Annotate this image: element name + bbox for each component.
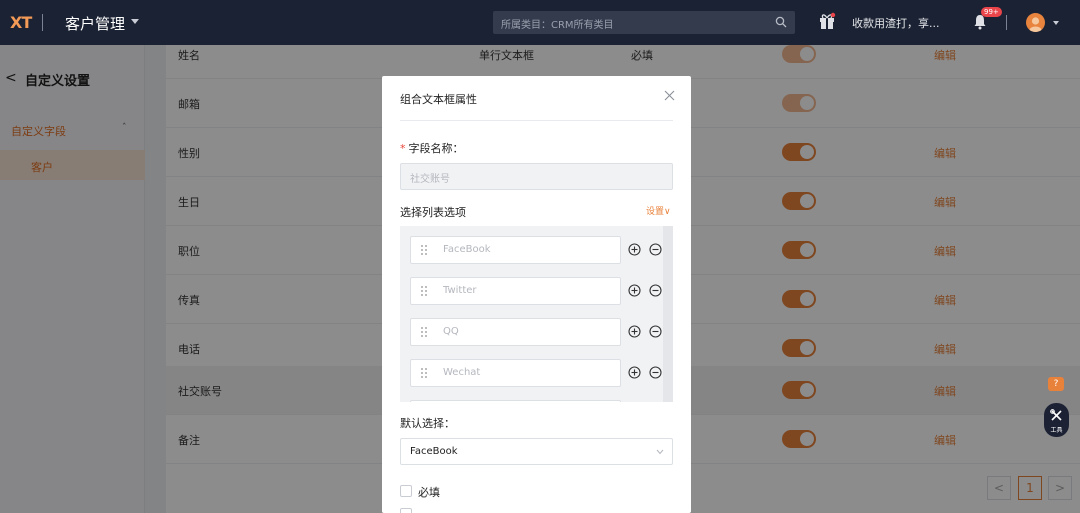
combo-textbox-properties-modal: 组合文本框属性 * 字段名称： 社交账号 选择列表选项 设置∨ FaceBook … — [382, 76, 691, 513]
tools-button[interactable]: 工具 — [1044, 403, 1069, 437]
notification-badge: 99+ — [981, 7, 1002, 17]
divider — [1006, 15, 1007, 30]
option-text: FaceBook — [443, 244, 491, 255]
option-text: QQ — [443, 326, 459, 337]
remove-circle-icon[interactable] — [649, 366, 662, 379]
drag-handle-icon[interactable] — [420, 244, 428, 256]
tools-icon — [1050, 409, 1062, 421]
drag-handle-icon[interactable] — [420, 326, 428, 338]
option-input[interactable]: Twitter — [410, 277, 621, 305]
add-circle-icon[interactable] — [628, 325, 641, 338]
add-circle-icon[interactable] — [628, 366, 641, 379]
option-text: Twitter — [443, 285, 477, 296]
remove-circle-icon[interactable] — [649, 325, 662, 338]
add-circle-icon[interactable] — [628, 243, 641, 256]
option-input[interactable]: Wechat — [410, 359, 621, 387]
remove-circle-icon[interactable] — [649, 243, 662, 256]
promo-notice[interactable]: 收款用渣打，享... — [852, 15, 940, 31]
default-selection-select[interactable]: FaceBook — [400, 438, 673, 465]
options-label: 选择列表选项 — [400, 206, 466, 219]
modal-title: 组合文本框属性 — [400, 93, 477, 106]
divider — [400, 120, 673, 121]
checkbox[interactable] — [400, 508, 412, 513]
default-selection-label: 默认选择： — [400, 417, 455, 430]
tools-label: 工具 — [1050, 427, 1063, 434]
chevron-down-icon — [656, 449, 664, 455]
close-icon[interactable] — [664, 90, 675, 101]
search-placeholder: 所属类目：CRM所有类目 — [501, 20, 614, 31]
option-input[interactable]: QQ — [410, 318, 621, 346]
divider — [42, 14, 43, 31]
search-icon[interactable] — [775, 16, 787, 28]
settings-dropdown-link[interactable]: 设置∨ — [646, 204, 671, 217]
scrollbar[interactable] — [663, 226, 673, 402]
required-checkbox[interactable] — [400, 485, 412, 497]
drag-handle-icon[interactable] — [420, 285, 428, 297]
default-selection-value: FaceBook — [410, 446, 458, 457]
option-input[interactable] — [410, 400, 621, 402]
required-label: 必填 — [418, 486, 440, 499]
required-star: * — [400, 142, 406, 155]
field-name-label: * 字段名称： — [400, 140, 464, 156]
field-name-input[interactable]: 社交账号 — [400, 163, 673, 190]
drag-handle-icon[interactable] — [420, 367, 428, 379]
help-icon[interactable]: ? — [1048, 377, 1064, 391]
remove-circle-icon[interactable] — [649, 284, 662, 297]
app-title[interactable]: 客户管理 — [65, 13, 125, 34]
option-input[interactable]: FaceBook — [410, 236, 621, 264]
option-text: Wechat — [443, 367, 481, 378]
caret-down-icon[interactable] — [131, 19, 139, 24]
app-logo[interactable]: XT — [10, 13, 32, 32]
field-name-label-text: 字段名称： — [408, 142, 464, 155]
caret-down-icon[interactable] — [1053, 21, 1059, 25]
gift-icon[interactable] — [818, 12, 836, 30]
options-list: FaceBook Twitter QQ Wechat — [400, 226, 673, 402]
add-circle-icon[interactable] — [628, 284, 641, 297]
